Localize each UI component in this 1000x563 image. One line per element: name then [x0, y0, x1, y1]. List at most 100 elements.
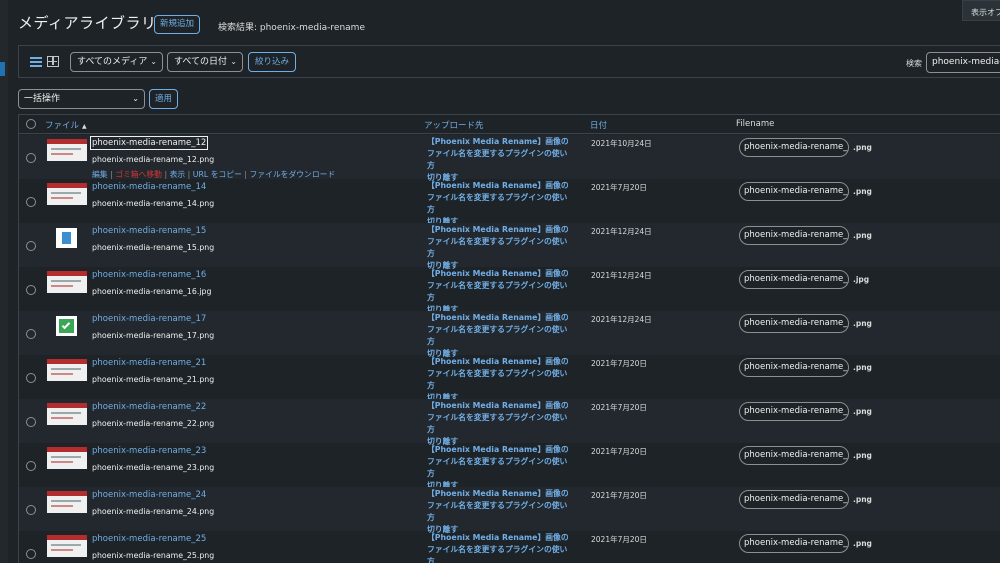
list-view-icon[interactable]: [30, 56, 42, 67]
thumb-shape: [51, 456, 81, 458]
search-input[interactable]: phoenix-media-rename: [926, 52, 1000, 73]
trash-link[interactable]: ゴミ箱へ移動: [115, 170, 162, 179]
uploaded-to-post-link[interactable]: 【Phoenix Media Rename】画像のファイル名を変更するプラグイン…: [427, 532, 574, 563]
add-new-button[interactable]: 新規追加: [154, 15, 201, 34]
uploaded-to-post-link[interactable]: 【Phoenix Media Rename】画像のファイル名を変更するプラグイン…: [427, 224, 574, 260]
uploaded-to-post-link[interactable]: 【Phoenix Media Rename】画像のファイル名を変更するプラグイン…: [427, 136, 574, 172]
media-thumbnail[interactable]: [47, 447, 87, 469]
table-row: phoenix-media-rename_21 phoenix-media-ren…: [19, 355, 1000, 402]
upload-date: 2021年7月20日: [591, 535, 647, 544]
media-file-name: phoenix-media-rename_23.png: [92, 463, 215, 472]
filename-input[interactable]: phoenix-media-rename_2: [739, 358, 849, 377]
row-checkbox[interactable]: [26, 285, 36, 295]
search-label: 検索: [906, 59, 922, 68]
filename-extension: .png: [853, 407, 872, 416]
filename-input[interactable]: phoenix-media-rename_2: [739, 446, 849, 465]
media-title-link[interactable]: phoenix-media-rename_23: [92, 446, 206, 456]
uploaded-to-post-link[interactable]: 【Phoenix Media Rename】画像のファイル名を変更するプラグイン…: [427, 356, 574, 392]
media-title-link[interactable]: phoenix-media-rename_22: [92, 402, 206, 412]
row-checkbox[interactable]: [26, 329, 36, 339]
filename-input[interactable]: phoenix-media-rename_1: [739, 314, 849, 333]
search-result-text: 検索結果: phoenix-media-rename: [218, 23, 365, 33]
bulk-action-value: 一括操作: [24, 94, 61, 104]
row-checkbox[interactable]: [26, 417, 36, 427]
media-thumbnail[interactable]: [56, 228, 77, 248]
uploaded-to-post-link[interactable]: 【Phoenix Media Rename】画像のファイル名を変更するプラグイン…: [427, 268, 574, 304]
filename-extension: .png: [853, 231, 872, 240]
row-checkbox[interactable]: [26, 153, 36, 163]
uploaded-to-post-link[interactable]: 【Phoenix Media Rename】画像のファイル名を変更するプラグイン…: [427, 488, 574, 524]
media-thumbnail[interactable]: [47, 491, 87, 513]
row-checkbox[interactable]: [26, 197, 36, 207]
column-uploaded-to[interactable]: アップロード先: [424, 119, 484, 131]
media-file-name: phoenix-media-rename_25.png: [92, 551, 215, 560]
filename-extension: .png: [853, 187, 872, 196]
select-all-checkbox[interactable]: [26, 119, 36, 129]
thumb-shape: [51, 285, 73, 287]
chevron-down-icon: ⌄: [132, 94, 139, 103]
thumb-shape: [51, 505, 73, 507]
media-thumbnail[interactable]: [47, 535, 87, 557]
filename-input[interactable]: phoenix-media-rename_2: [739, 534, 849, 553]
upload-date: 2021年7月20日: [591, 491, 647, 500]
edit-link[interactable]: 編集: [92, 170, 108, 179]
thumb-shape: [51, 192, 81, 194]
uploaded-to-post-link[interactable]: 【Phoenix Media Rename】画像のファイル名を変更するプラグイン…: [427, 400, 574, 436]
uploaded-to-post-link[interactable]: 【Phoenix Media Rename】画像のファイル名を変更するプラグイン…: [427, 180, 574, 216]
filename-input[interactable]: phoenix-media-rename_1: [739, 138, 849, 157]
table-row: phoenix-media-rename_14 phoenix-media-ren…: [19, 179, 1000, 226]
media-thumbnail[interactable]: [47, 271, 87, 293]
media-title-link[interactable]: phoenix-media-rename_16: [92, 270, 206, 280]
view-link[interactable]: 表示: [170, 170, 186, 179]
filename-extension: .png: [853, 143, 872, 152]
filename-input[interactable]: phoenix-media-rename_1: [739, 182, 849, 201]
media-title-link[interactable]: phoenix-media-rename_25: [92, 534, 206, 544]
download-link[interactable]: ファイルをダウンロード: [249, 170, 335, 179]
media-title-link[interactable]: phoenix-media-rename_17: [92, 314, 206, 324]
uploaded-to-post-link[interactable]: 【Phoenix Media Rename】画像のファイル名を変更するプラグイン…: [427, 444, 574, 480]
media-title-link[interactable]: phoenix-media-rename_24: [92, 490, 206, 500]
date-select[interactable]: すべての日付 ⌄: [167, 52, 243, 72]
row-checkbox[interactable]: [26, 241, 36, 251]
media-thumbnail[interactable]: [47, 403, 87, 425]
thumb-shape: [47, 271, 87, 276]
thumb-shape: [47, 447, 87, 452]
uploaded-to-cell: 【Phoenix Media Rename】画像のファイル名を変更するプラグイン…: [427, 224, 574, 272]
media-thumbnail[interactable]: [47, 139, 87, 161]
uploaded-to-cell: 【Phoenix Media Rename】画像のファイル名を変更するプラグイン…: [427, 312, 574, 360]
filter-button[interactable]: 絞り込み: [248, 52, 297, 72]
media-thumbnail[interactable]: [47, 183, 87, 205]
media-title-link[interactable]: phoenix-media-rename_12: [89, 136, 209, 150]
uploaded-to-cell: 【Phoenix Media Rename】画像のファイル名を変更するプラグイン…: [427, 488, 574, 536]
filename-input[interactable]: phoenix-media-rename_1: [739, 270, 849, 289]
filename-input[interactable]: phoenix-media-rename_2: [739, 490, 849, 509]
column-date[interactable]: 日付: [590, 119, 607, 131]
page-header: メディアライブラリ 新規追加 検索結果: phoenix-media-renam…: [0, 0, 1000, 44]
grid-view-icon[interactable]: [47, 56, 59, 67]
media-title-link[interactable]: phoenix-media-rename_21: [92, 358, 206, 368]
table-row: phoenix-media-rename_24 phoenix-media-ren…: [19, 487, 1000, 534]
bulk-action-select[interactable]: 一括操作 ⌄: [18, 89, 145, 109]
media-thumbnail[interactable]: [47, 359, 87, 381]
media-title-link[interactable]: phoenix-media-rename_14: [92, 182, 206, 192]
column-file[interactable]: ファイル ▲: [45, 119, 87, 131]
copy-url-link[interactable]: URL をコピー: [193, 170, 242, 179]
filename-extension: .png: [853, 319, 872, 328]
media-title-link[interactable]: phoenix-media-rename_15: [92, 226, 206, 236]
table-row: phoenix-media-rename_15 phoenix-media-ren…: [19, 223, 1000, 270]
media-type-select[interactable]: すべてのメディア ⌄: [70, 52, 163, 72]
uploaded-to-post-link[interactable]: 【Phoenix Media Rename】画像のファイル名を変更するプラグイン…: [427, 312, 574, 348]
row-checkbox[interactable]: [26, 549, 36, 559]
upload-date: 2021年7月20日: [591, 403, 647, 412]
media-thumbnail[interactable]: [56, 316, 77, 336]
screen-options-button[interactable]: 表示オプション: [962, 0, 1000, 21]
row-checkbox[interactable]: [26, 373, 36, 383]
media-file-name: phoenix-media-rename_14.png: [92, 199, 215, 208]
filename-input[interactable]: phoenix-media-rename_2: [739, 402, 849, 421]
row-checkbox[interactable]: [26, 505, 36, 515]
column-file-label: ファイル: [45, 121, 80, 131]
filename-input[interactable]: phoenix-media-rename_1: [739, 226, 849, 245]
row-checkbox[interactable]: [26, 461, 36, 471]
thumb-shape: [51, 417, 73, 419]
apply-button[interactable]: 適用: [149, 89, 179, 109]
